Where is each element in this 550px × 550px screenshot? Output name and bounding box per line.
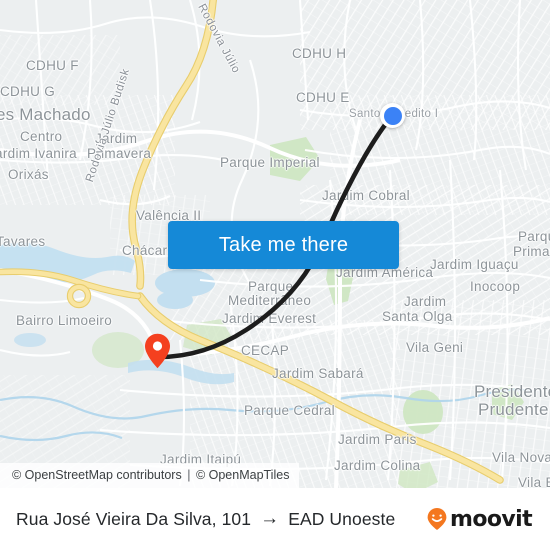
destination-marker[interactable] — [380, 103, 405, 128]
map-viewport[interactable]: CDHU FCDHU Ges MachadoCentroJardim Ivani… — [0, 0, 550, 488]
moovit-route-screen: CDHU FCDHU Ges MachadoCentroJardim Ivani… — [0, 0, 550, 550]
take-me-there-button[interactable]: Take me there — [168, 221, 399, 269]
destination-label: EAD Unoeste — [288, 508, 396, 529]
route-footer-bar: Rua José Vieira Da Silva, 101 → EAD Unoe… — [0, 488, 550, 550]
arrow-right-icon: → — [260, 507, 280, 529]
origin-marker[interactable] — [144, 333, 171, 369]
moovit-pin-icon — [427, 508, 447, 530]
destination-dot-icon — [383, 106, 402, 125]
moovit-wordmark: moovit — [450, 506, 533, 532]
map-pin-icon — [145, 333, 170, 369]
moovit-logo[interactable]: moovit — [426, 506, 533, 532]
route-summary: Rua José Vieira Da Silva, 101 → EAD Unoe… — [16, 509, 395, 530]
attribution-osm[interactable]: © OpenStreetMap contributors — [12, 468, 182, 482]
origin-label: Rua José Vieira Da Silva, 101 — [16, 508, 252, 529]
attribution-separator: | — [187, 468, 191, 482]
attribution-tiles[interactable]: © OpenMapTiles — [196, 468, 290, 482]
map-attribution: © OpenStreetMap contributors | © OpenMap… — [0, 463, 300, 488]
